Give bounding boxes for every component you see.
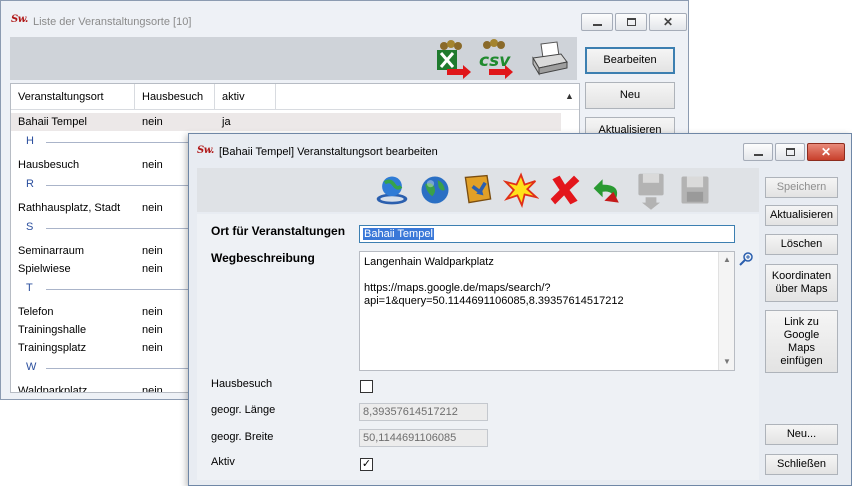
wegbeschreibung-textarea[interactable]: Langenhain Waldparkplatz https://maps.go… xyxy=(359,251,735,371)
edit-window-titlebar[interactable]: Sw. [Bahaii Tempel] Veranstaltungsort be… xyxy=(189,134,851,168)
table-cell-hausbesuch: nein xyxy=(142,116,163,128)
group-letter: S xyxy=(26,221,34,233)
edit-window: Sw. [Bahaii Tempel] Veranstaltungsort be… xyxy=(188,133,852,486)
hausbesuch-checkbox[interactable] xyxy=(360,380,373,393)
maps-link-label-1: Link zu xyxy=(784,315,819,328)
textarea-scrollbar[interactable]: ▲ ▼ xyxy=(718,252,734,370)
save-disabled-icon xyxy=(638,173,664,210)
maximize-button[interactable] xyxy=(775,143,805,161)
save-icon xyxy=(681,176,709,204)
scroll-up-icon[interactable]: ▲ xyxy=(719,252,735,268)
minimize-icon xyxy=(753,153,763,156)
table-cell-hausbesuch: nein xyxy=(142,324,163,336)
column-header-aktiv[interactable]: aktiv xyxy=(215,84,276,110)
group-letter: W xyxy=(26,361,37,373)
label-breite: geogr. Breite xyxy=(211,431,274,443)
list-toolbar: csv xyxy=(10,37,577,80)
column-header-veranstaltungsort[interactable]: Veranstaltungsort xyxy=(11,84,135,110)
table-cell-aktiv: ja xyxy=(222,116,231,128)
table-cell-hausbesuch: nein xyxy=(142,202,163,214)
weg-line-3: api=1&query=50.1144691106085,8.393576145… xyxy=(364,295,624,307)
aktualisieren-button[interactable]: Aktualisieren xyxy=(765,205,838,226)
maximize-button[interactable] xyxy=(615,13,647,31)
maps-link-label-4: einfügen xyxy=(780,354,823,367)
maps-link-label-3: Maps xyxy=(788,341,815,354)
table-row[interactable]: Bahaii Tempel nein ja xyxy=(11,113,561,131)
maximize-icon xyxy=(785,148,795,156)
koordinaten-label-1: Koordinaten xyxy=(771,270,832,282)
table-cell-hausbesuch: nein xyxy=(142,342,163,354)
zoom-icon[interactable] xyxy=(738,251,754,267)
minimize-button[interactable] xyxy=(581,13,613,31)
breite-field: 50,1144691106085 xyxy=(359,429,488,447)
edit-toolbar xyxy=(197,168,759,212)
printer-icon[interactable] xyxy=(529,40,569,80)
schliessen-button[interactable]: Schließen xyxy=(765,454,838,475)
maps-link-label-2: Google xyxy=(783,328,820,341)
koordinaten-button[interactable]: Koordinaten über Maps xyxy=(765,264,838,302)
label-ort: Ort für Veranstaltungen xyxy=(211,224,346,238)
table-cell-name: Bahaii Tempel xyxy=(18,116,87,128)
note-download-icon[interactable] xyxy=(460,172,496,208)
neu-button[interactable]: Neu xyxy=(585,82,675,109)
undo-arrow-icon[interactable] xyxy=(590,172,626,208)
globe-icon[interactable] xyxy=(417,172,453,208)
table-cell-name: Seminarraum xyxy=(18,245,85,257)
ort-input[interactable]: Bahaii Tempel xyxy=(359,225,735,243)
label-hausbesuch: Hausbesuch xyxy=(211,378,273,390)
table-header: Veranstaltungsort Hausbesuch aktiv ▲ xyxy=(11,84,579,110)
delete-x-icon[interactable] xyxy=(547,172,583,208)
weg-line-1: Langenhain Waldparkplatz xyxy=(364,256,494,268)
bearbeiten-button[interactable]: Bearbeiten xyxy=(585,47,675,74)
minimize-button[interactable] xyxy=(743,143,773,161)
csv-export-icon[interactable]: csv xyxy=(477,39,517,79)
close-button[interactable]: ✕ xyxy=(649,13,687,31)
edit-window-title: [Bahaii Tempel] Veranstaltungsort bearbe… xyxy=(219,146,438,158)
group-letter: T xyxy=(26,282,33,294)
minimize-icon xyxy=(592,23,602,26)
table-cell-hausbesuch: nein xyxy=(142,306,163,318)
group-letter: R xyxy=(26,178,34,190)
group-letter: H xyxy=(26,135,34,147)
table-cell-hausbesuch: nein xyxy=(142,245,163,257)
scroll-up-icon[interactable]: ▲ xyxy=(561,86,578,106)
close-button[interactable]: ✕ xyxy=(807,143,845,161)
table-cell-name: Rathhausplatz, Stadt xyxy=(18,202,121,214)
app-logo-icon: Sw. xyxy=(11,14,28,25)
table-cell-name: Spielwiese xyxy=(18,263,71,275)
table-cell-name: Trainingshalle xyxy=(18,324,87,336)
maximize-icon xyxy=(626,18,636,26)
scroll-down-icon[interactable]: ▼ xyxy=(719,354,735,370)
table-cell-name: Hausbesuch xyxy=(18,159,80,171)
table-cell-hausbesuch: nein xyxy=(142,385,163,393)
table-cell-name: Waldparkplatz xyxy=(18,385,88,393)
close-icon: ✕ xyxy=(662,15,674,29)
speichern-button[interactable]: Speichern xyxy=(765,177,838,198)
aktiv-checkbox[interactable]: ✓ xyxy=(360,458,373,471)
neu-button[interactable]: Neu... xyxy=(765,424,838,445)
new-star-icon[interactable] xyxy=(503,172,539,208)
table-cell-name: Trainingsplatz xyxy=(18,342,87,354)
table-cell-name: Telefon xyxy=(18,306,54,318)
loeschen-button[interactable]: Löschen xyxy=(765,234,838,255)
list-window-titlebar[interactable]: Sw. Liste der Veranstaltungsorte [10] ✕ xyxy=(1,1,688,37)
app-logo-icon: Sw. xyxy=(197,145,214,156)
map-globe-icon[interactable] xyxy=(374,172,410,208)
label-laenge: geogr. Länge xyxy=(211,404,276,416)
maps-link-button[interactable]: Link zu Google Maps einfügen xyxy=(765,310,838,373)
table-cell-hausbesuch: nein xyxy=(142,263,163,275)
weg-line-2: https://maps.google.de/maps/search/? xyxy=(364,282,551,294)
label-aktiv: Aktiv xyxy=(211,456,235,468)
close-icon: ✕ xyxy=(820,145,832,159)
label-wegbeschreibung: Wegbeschreibung xyxy=(211,251,315,265)
list-window-title: Liste der Veranstaltungsorte [10] xyxy=(33,16,192,28)
edit-form: Ort für Veranstaltungen Bahaii Tempel We… xyxy=(197,214,759,480)
laenge-field: 8,39357614517212 xyxy=(359,403,488,421)
table-cell-hausbesuch: nein xyxy=(142,159,163,171)
column-header-hausbesuch[interactable]: Hausbesuch xyxy=(135,84,215,110)
koordinaten-label-2: über Maps xyxy=(775,283,828,295)
excel-export-icon[interactable] xyxy=(433,39,473,79)
